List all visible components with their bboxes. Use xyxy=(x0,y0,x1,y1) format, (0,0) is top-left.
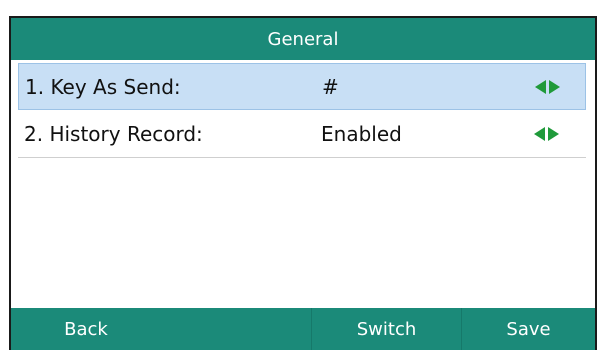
arrow-left-icon[interactable] xyxy=(535,79,546,94)
softkey-bar: Back Switch Save xyxy=(11,308,595,350)
softkey-label: Save xyxy=(506,318,551,340)
title-bar: General xyxy=(11,18,595,60)
softkey-label: Back xyxy=(64,318,108,340)
value-switch-arrows[interactable] xyxy=(535,79,560,94)
switch-button[interactable]: Switch xyxy=(311,308,461,350)
page-title: General xyxy=(267,28,339,50)
save-button[interactable]: Save xyxy=(461,308,595,350)
phone-screen: General 1. Key As Send: # 2. History Rec… xyxy=(9,16,597,350)
setting-value: Enabled xyxy=(321,122,402,146)
arrow-left-icon[interactable] xyxy=(534,127,545,141)
setting-label: 2. History Record: xyxy=(24,122,203,146)
setting-value: # xyxy=(322,74,339,99)
setting-row-key-as-send[interactable]: 1. Key As Send: # xyxy=(18,63,586,110)
softkey-label: Switch xyxy=(356,318,417,340)
arrow-right-icon[interactable] xyxy=(548,127,559,141)
back-button[interactable]: Back xyxy=(11,308,161,350)
setting-row-history-record[interactable]: 2. History Record: Enabled xyxy=(18,111,586,158)
arrow-right-icon[interactable] xyxy=(549,79,560,94)
value-switch-arrows[interactable] xyxy=(534,127,559,141)
blank-softkey[interactable] xyxy=(161,308,311,350)
setting-label: 1. Key As Send: xyxy=(25,74,181,99)
